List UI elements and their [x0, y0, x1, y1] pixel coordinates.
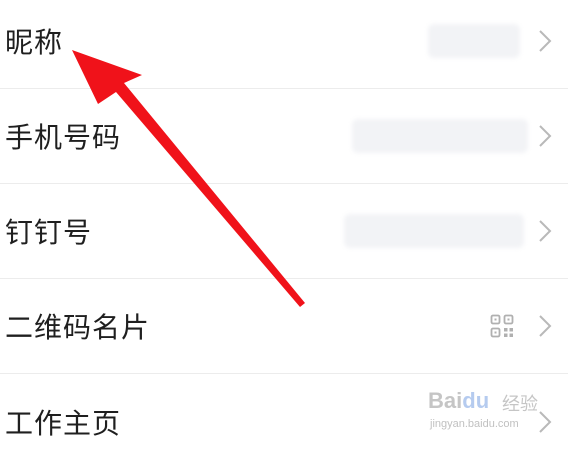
- dingtalk-id-value-redacted: [344, 214, 524, 248]
- baidu-jingyan-watermark: Baidu 经验 jingyan.baidu.com: [428, 388, 538, 442]
- chevron-right-icon: [539, 30, 552, 52]
- phone-number-value-redacted: [352, 119, 528, 153]
- watermark-url: jingyan.baidu.com: [430, 418, 519, 430]
- chevron-right-icon: [539, 315, 552, 337]
- chevron-right-icon: [539, 125, 552, 147]
- chevron-right-icon: [539, 410, 552, 433]
- qr-business-card-row[interactable]: 二维码名片: [0, 279, 568, 374]
- watermark-suffix: 经验: [502, 394, 538, 415]
- dingtalk-id-row[interactable]: 钉钉号: [0, 184, 568, 279]
- phone-number-label: 手机号码: [5, 121, 122, 154]
- work-homepage-label: 工作主页: [5, 406, 122, 440]
- nickname-value-redacted: [428, 24, 520, 58]
- qr-business-card-label: 二维码名片: [5, 311, 151, 344]
- qr-code-icon: [490, 314, 514, 338]
- watermark-brand: Baidu: [428, 388, 490, 413]
- phone-number-row[interactable]: 手机号码: [0, 89, 568, 184]
- nickname-label: 昵称: [5, 26, 64, 59]
- nickname-row[interactable]: 昵称: [0, 0, 568, 89]
- dingtalk-id-label: 钉钉号: [5, 216, 93, 249]
- chevron-right-icon: [539, 220, 552, 242]
